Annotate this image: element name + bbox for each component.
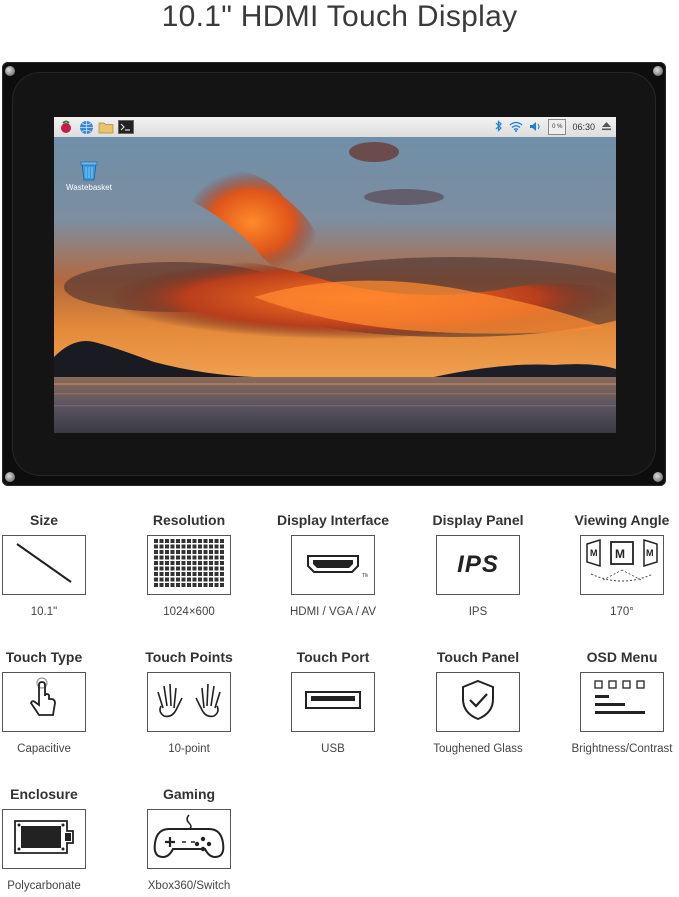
bluetooth-icon[interactable] <box>495 120 503 134</box>
desktop-screen: 0 % 06:30 Wastebasket <box>54 117 616 433</box>
feature-display-panel: Display Panel IPS IPS <box>410 511 546 619</box>
feature-gaming: Gaming Xbox360/Switch <box>121 785 257 893</box>
monitor-bezel: 0 % 06:30 Wastebasket <box>2 62 666 486</box>
feature-icon-box <box>2 535 86 595</box>
feature-value: 1024×600 <box>163 606 215 618</box>
page-title: 10.1" HDMI Touch Display <box>161 0 518 33</box>
osd-menu-icon <box>585 675 659 730</box>
feature-label: Gaming <box>162 786 216 802</box>
viewing-angle-icon: MMM <box>583 536 661 595</box>
feature-icon-box <box>147 672 231 732</box>
feature-touch-port: Touch Port USB <box>265 648 401 756</box>
raspberry-icon[interactable] <box>58 119 74 135</box>
feature-value: 10.1" <box>30 606 58 618</box>
feature-viewing-angle: Viewing Angle M M M 170° <box>554 511 679 619</box>
two-hands-icon <box>152 678 226 727</box>
feature-label: Touch Type <box>5 649 83 665</box>
feature-value: HDMI / VGA / AV <box>289 606 377 618</box>
desktop-icon-label: Wastebasket <box>66 183 112 192</box>
feature-value: IPS <box>468 606 488 618</box>
feature-icon-box: MMM <box>580 535 664 595</box>
feature-label: Touch Panel <box>436 649 520 665</box>
feature-resolution: Resolution 1024×600 <box>121 511 257 619</box>
feature-value: Brightness/Contrast <box>571 743 673 755</box>
screw-icon <box>5 472 15 482</box>
feature-value: 170° <box>610 606 634 618</box>
feature-icon-box: TM <box>291 535 375 595</box>
feature-value: USB <box>321 743 345 755</box>
finger-touch-icon <box>24 675 64 730</box>
globe-icon[interactable] <box>78 119 94 135</box>
feature-icon-box <box>580 672 664 732</box>
feature-touch-points: Touch Points 10-point <box>121 648 257 756</box>
sunset-wallpaper-image <box>54 137 616 433</box>
usb-port-icon <box>298 682 368 723</box>
hdmi-port-icon: TM <box>298 543 369 588</box>
cpu-usage-meter: 0 % <box>548 119 567 135</box>
svg-text:M: M <box>646 548 654 558</box>
feature-display-interface: Display Interface TM HDMI / VGA / AV <box>265 511 401 619</box>
feature-label: Resolution <box>152 512 226 528</box>
diagonal-line-icon <box>9 540 79 591</box>
terminal-icon[interactable] <box>118 119 134 135</box>
ips-text-icon: IPS <box>457 551 499 578</box>
feature-icon-box <box>2 672 86 732</box>
clock-text[interactable]: 06:30 <box>572 122 595 132</box>
feature-label: Display Interface <box>276 512 390 528</box>
feature-touch-type: Touch Type Capacitive <box>0 648 112 756</box>
feature-icon-box <box>2 809 86 869</box>
enclosure-board-icon <box>7 813 81 866</box>
feature-touch-panel: Touch Panel Toughened Glass <box>410 648 546 756</box>
feature-size: Size 10.1" <box>0 511 112 619</box>
pixel-grid-icon <box>152 537 226 594</box>
feature-icon-box <box>147 809 231 869</box>
feature-osd-menu: OSD Menu Brightness/Contrast <box>554 648 679 756</box>
volume-icon[interactable] <box>529 121 542 134</box>
wifi-icon[interactable] <box>509 121 523 134</box>
screw-icon <box>653 472 663 482</box>
feature-label: Viewing Angle <box>574 512 670 528</box>
feature-value: Capacitive <box>17 743 71 755</box>
feature-label: OSD Menu <box>586 649 658 665</box>
feature-label: Size <box>29 512 58 528</box>
folder-icon[interactable] <box>98 119 114 135</box>
desktop-icon-wastebasket[interactable]: Wastebasket <box>60 159 118 192</box>
svg-text:M: M <box>615 547 625 561</box>
feature-value: Toughened Glass <box>433 743 523 755</box>
wastebasket-icon <box>80 161 98 181</box>
feature-value: 10-point <box>168 743 210 755</box>
feature-icon-box <box>436 672 520 732</box>
feature-icon-box <box>147 535 231 595</box>
feature-value: Xbox360/Switch <box>147 880 231 892</box>
feature-value: Polycarbonate <box>7 880 81 892</box>
shield-check-icon <box>458 677 498 728</box>
feature-label: Touch Points <box>145 649 233 665</box>
svg-text:TM: TM <box>362 573 368 579</box>
gamepad-icon <box>151 811 227 868</box>
feature-label: Enclosure <box>10 786 78 802</box>
feature-label: Display Panel <box>432 512 524 528</box>
feature-icon-box: IPS <box>436 535 520 595</box>
feature-icon-box <box>291 672 375 732</box>
feature-enclosure: Enclosure Polycarbonate <box>0 785 112 893</box>
feature-label: Touch Port <box>296 649 370 665</box>
taskbar: 0 % 06:30 <box>54 117 616 138</box>
eject-icon[interactable] <box>601 121 612 133</box>
screw-icon <box>5 66 15 76</box>
svg-text:M: M <box>590 548 598 558</box>
screw-icon <box>653 66 663 76</box>
